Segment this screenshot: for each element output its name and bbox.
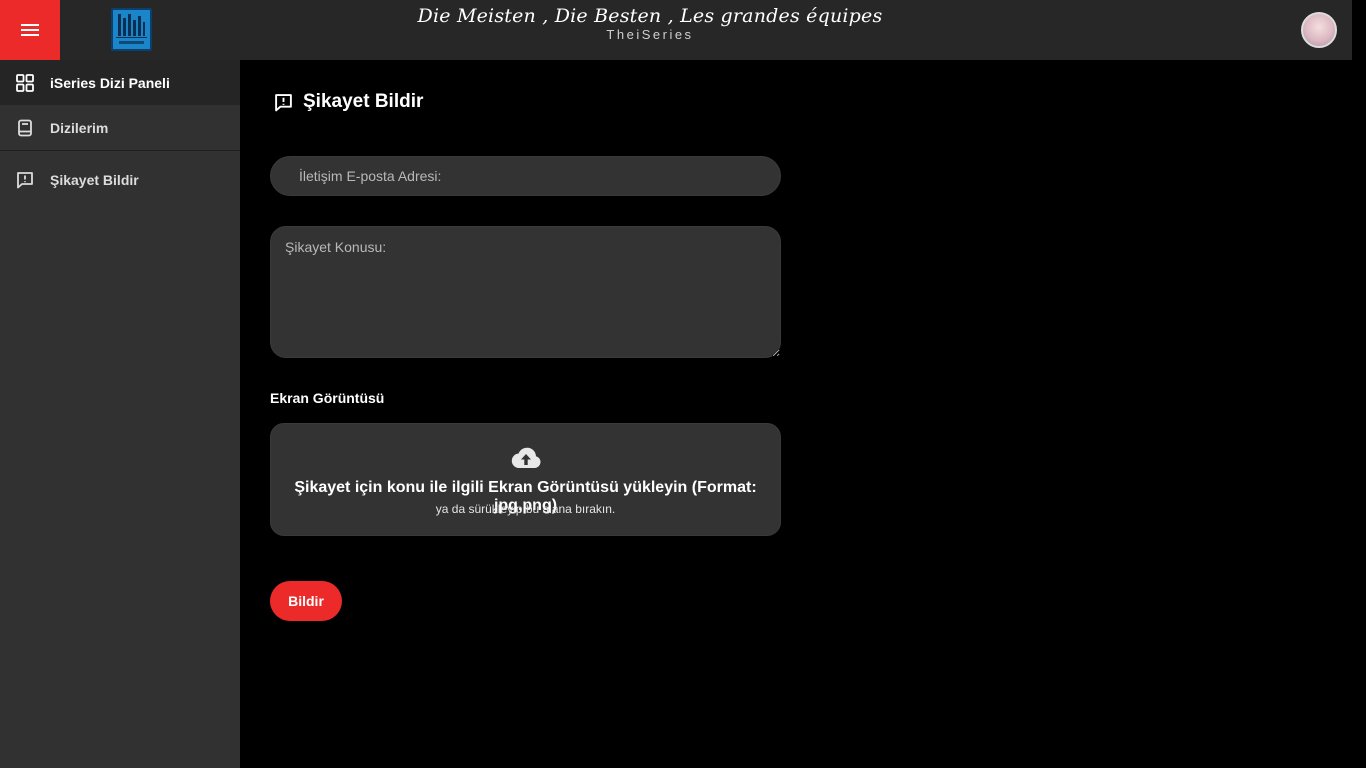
upload-label: Ekran Görüntüsü	[270, 390, 385, 406]
sidebar-item-sikayet-bildir[interactable]: Şikayet Bildir	[0, 157, 240, 202]
brand-name: TheiSeries	[606, 27, 694, 42]
sidebar-item-label: iSeries Dizi Paneli	[50, 74, 170, 91]
top-bar: Die Meisten , Die Besten , Les grandes é…	[0, 0, 1352, 60]
report-icon	[274, 93, 293, 112]
main-content: Şikayet Bildir Ekran Görüntüsü Şikayet i…	[240, 60, 1352, 768]
book-icon	[16, 119, 34, 137]
email-field[interactable]	[270, 156, 781, 196]
header-slogan: Die Meisten , Die Besten , Les grandes é…	[0, 4, 1300, 42]
upload-hint: ya da sürükleyip bu alana bırakın.	[435, 502, 616, 516]
screenshot-dropzone[interactable]: Şikayet için konu ile ilgili Ekran Görün…	[270, 423, 781, 536]
sidebar-item-dizi-paneli[interactable]: iSeries Dizi Paneli	[0, 60, 240, 105]
user-avatar[interactable]	[1301, 12, 1337, 48]
subject-textarea[interactable]	[270, 226, 781, 358]
sidebar-item-label: Dizilerim	[50, 119, 109, 136]
submit-button[interactable]: Bildir	[270, 581, 342, 621]
sidebar: iSeries Dizi Paneli Dizilerim Şikayet Bi…	[0, 60, 240, 768]
scrollbar[interactable]	[1352, 0, 1366, 768]
page-title-text: Şikayet Bildir	[303, 91, 424, 112]
report-icon	[16, 171, 34, 189]
grid-icon	[16, 73, 34, 92]
slogan-text: Die Meisten , Die Besten , Les grandes é…	[417, 5, 883, 27]
sidebar-item-label: Şikayet Bildir	[50, 171, 139, 188]
cloud-upload-icon	[511, 447, 541, 468]
sidebar-item-dizilerim[interactable]: Dizilerim	[0, 105, 240, 150]
page-title: Şikayet Bildir	[274, 91, 423, 113]
